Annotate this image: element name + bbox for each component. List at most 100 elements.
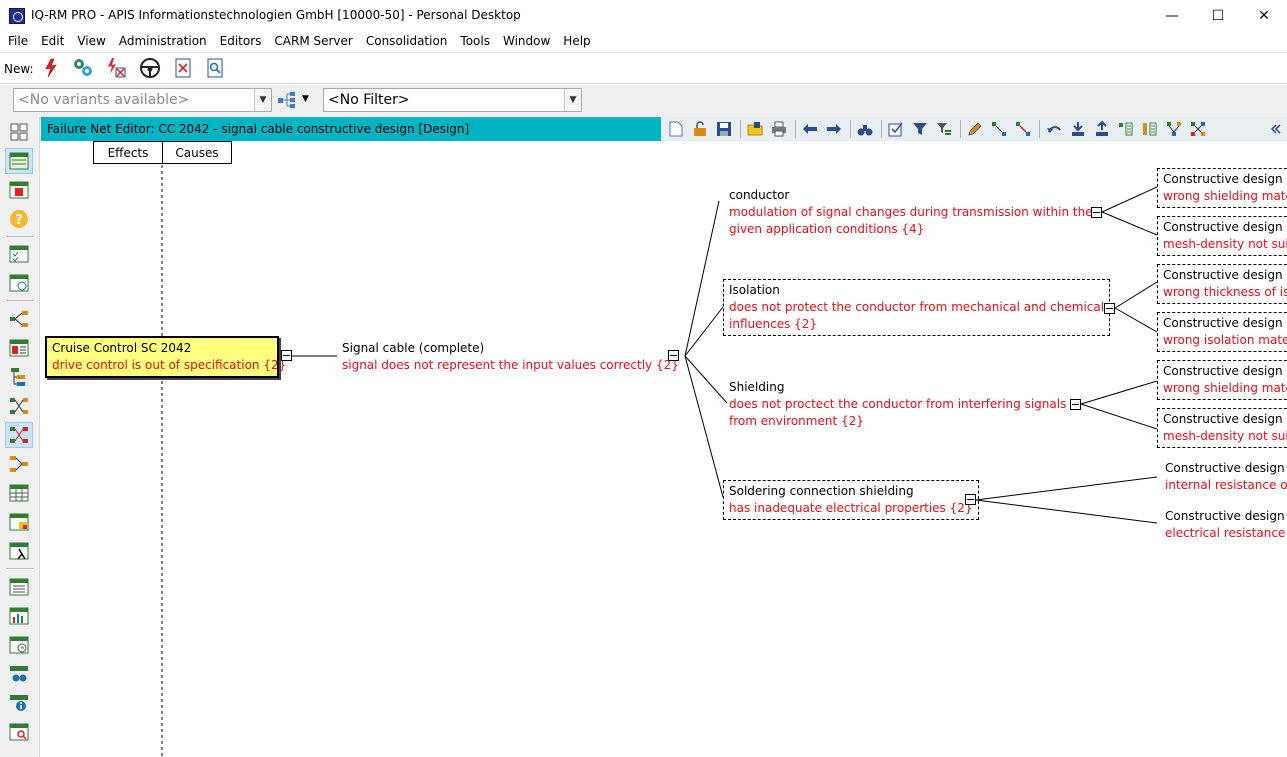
binoculars-icon[interactable] [854,119,875,139]
save-icon[interactable] [713,119,734,139]
action-net-icon[interactable] [5,451,33,477]
tab-effects[interactable]: Effects [93,141,163,164]
failure-net-editor-icon[interactable] [5,422,33,448]
leaf-cause-node[interactable]: Constructive design o wrong thickness of… [1157,264,1287,304]
chevron-double-left-icon[interactable] [1264,119,1285,139]
structure-tree-icon[interactable] [5,306,33,332]
cause-node-isolation[interactable]: Isolation does not protect the conductor… [723,279,1111,336]
collapse-toggle[interactable] [281,350,292,361]
filter-combo[interactable]: <No Filter> ▼ [323,88,582,112]
checked-window-icon[interactable] [885,119,906,139]
leaf-cause-node[interactable]: Constructive design s electrical resista… [1165,508,1287,542]
open-lock-icon[interactable] [689,119,710,139]
network-cross-icon[interactable] [1187,119,1208,139]
menu-file[interactable]: File [8,34,28,48]
collapse-toggle[interactable] [965,494,976,505]
variant-tree-icon[interactable] [277,90,297,110]
menu-editors[interactable]: Editors [220,34,262,48]
connect-icon[interactable] [988,119,1009,139]
variant-tree-dropdown-icon[interactable]: ▼ [302,94,309,104]
export-icon[interactable] [1091,119,1112,139]
bar-chart-icon[interactable] [5,603,33,629]
root-effect-node[interactable]: Cruise Control SC 2042 drive control is … [45,336,287,378]
checklist-timer-icon[interactable] [5,270,33,296]
cause-node-shielding[interactable]: Shielding does not proctect the conducto… [729,379,1066,430]
undo-icon[interactable] [1043,119,1064,139]
help-icon[interactable]: ? [5,206,33,232]
import-icon[interactable] [1067,119,1088,139]
node-name: Constructive design o [1163,268,1287,282]
collapse-toggle[interactable] [1070,399,1081,410]
new-steering-wheel-icon[interactable] [139,57,161,79]
cause-node-soldering[interactable]: Soldering connection shielding has inade… [723,480,979,520]
node-name: Constructive design s [1163,364,1287,378]
print-icon[interactable] [768,119,789,139]
close-button[interactable]: ✕ [1241,0,1287,31]
leaf-cause-node[interactable]: Constructive design o wrong isolation ma… [1157,312,1287,352]
leaf-cause-node[interactable]: Constructive design s internal resistanc… [1165,460,1287,494]
fmea-lambda-icon[interactable] [5,538,33,564]
collapse-level-icon[interactable] [1139,119,1160,139]
cause-node-conductor[interactable]: conductor modulation of signal changes d… [729,187,1093,238]
node-failure: has inadequate electrical properties {2} [729,501,973,515]
filter-icon[interactable] [909,119,930,139]
menu-tools[interactable]: Tools [460,34,490,48]
new-failure-filter-icon[interactable] [105,57,127,79]
open-folder-icon[interactable] [744,119,765,139]
binoculars-icon[interactable] [5,661,33,687]
menu-carm-server[interactable]: CARM Server [274,34,352,48]
table-search-icon[interactable] [5,719,33,745]
expand-level-icon[interactable] [1115,119,1136,139]
arrow-left-icon[interactable] [799,119,820,139]
focus-node[interactable]: Signal cable (complete) signal does not … [342,340,679,374]
failure-net-canvas[interactable]: Effects Causes Cruise Control SC 2042 dr… [41,141,1287,757]
node-failure: drive control is out of specification {2… [52,358,287,372]
new-function-icon[interactable] [72,57,94,79]
menu-help[interactable]: Help [563,34,590,48]
collapse-toggle[interactable] [1091,207,1102,218]
menu-view[interactable]: View [77,34,105,48]
new-search-document-icon[interactable] [204,57,226,79]
menu-administration[interactable]: Administration [119,34,207,48]
leaf-cause-node[interactable]: Constructive design s wrong shielding ma… [1157,360,1287,400]
new-page-icon[interactable] [665,119,686,139]
node-failure: mesh-density not sui [1163,237,1287,251]
tab-causes[interactable]: Causes [162,141,232,164]
checklist-icon[interactable] [5,241,33,267]
leaf-cause-node[interactable]: Constructive design s mesh-density not s… [1157,408,1287,448]
new-failure-icon[interactable] [40,57,62,79]
pencil-icon[interactable] [964,119,985,139]
schedule-icon[interactable] [5,632,33,658]
collapse-toggle[interactable] [668,350,679,361]
new-document-icon[interactable] [172,57,194,79]
report-list-icon[interactable] [5,574,33,600]
structure-editor-icon[interactable] [5,148,33,174]
info-icon[interactable] [5,690,33,716]
variants-combo[interactable]: <No variants available> ▼ [13,88,272,112]
form-sheet-icon[interactable] [5,335,33,361]
menu-consolidation[interactable]: Consolidation [366,34,448,48]
fmea-table-icon[interactable] [5,480,33,506]
filter-list-icon[interactable] [933,119,954,139]
menu-edit[interactable]: Edit [41,34,64,48]
fmea-colored-icon[interactable] [5,509,33,535]
network-layout-icon[interactable] [1163,119,1184,139]
disconnect-icon[interactable] [1012,119,1033,139]
leaf-cause-node[interactable]: Constructive design s mesh-density not s… [1157,216,1287,256]
node-failure: wrong shielding mate [1163,189,1287,203]
arrow-right-icon[interactable] [823,119,844,139]
failure-net-icon[interactable] [5,393,33,419]
maximize-button[interactable]: ☐ [1195,0,1241,31]
editor-title: Failure Net Editor: CC 2042 - signal cab… [47,122,470,136]
collapse-toggle[interactable] [1104,303,1115,314]
leaf-cause-node[interactable]: Constructive design s wrong shielding ma… [1157,168,1287,208]
function-editor-icon[interactable] [5,177,33,203]
node-name: Constructive design s [1163,172,1287,186]
menu-window[interactable]: Window [503,34,550,48]
chevron-down-icon[interactable]: ▼ [254,89,271,111]
chevron-down-icon[interactable]: ▼ [564,89,581,111]
hierarchy-icon[interactable] [5,364,33,390]
minimize-button[interactable]: — [1149,0,1195,31]
node-failure: modulation of signal changes during tran… [729,205,1093,219]
overview-grid-icon[interactable] [5,119,33,145]
